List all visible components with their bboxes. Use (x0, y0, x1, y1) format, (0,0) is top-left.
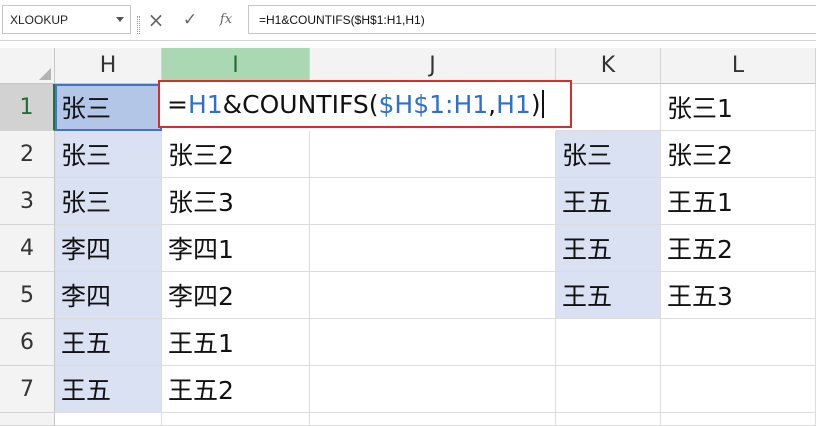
cell-i8[interactable] (162, 413, 310, 426)
cell-h6[interactable]: 王五 (55, 319, 162, 366)
row-header-2[interactable]: 2 (0, 131, 55, 178)
drag-handle-icon[interactable] (137, 16, 140, 34)
cell-j8[interactable] (310, 413, 556, 426)
row-header-3[interactable]: 3 (0, 178, 55, 225)
cell-h4[interactable]: 李四 (55, 225, 162, 272)
column-header-l[interactable]: L (661, 48, 816, 84)
cell-k7[interactable] (556, 366, 661, 413)
cell-i1-editor[interactable]: = H1 &COUNTIFS($H$1:H1, H1) (158, 80, 572, 128)
cell-i2[interactable]: 张三2 (162, 131, 310, 178)
formula-ref-range: $H$1:H1 (378, 89, 489, 119)
insert-function-icon[interactable]: fx (214, 8, 238, 32)
cell-j2[interactable] (310, 131, 556, 178)
formula-bar: XLOOKUP × ✓ fx =H1&COUNTIFS($H$1:H1,H1) (0, 0, 816, 41)
cell-l1[interactable]: 张三1 (661, 84, 816, 131)
cell-j5[interactable] (310, 272, 556, 319)
column-header-k[interactable]: K (556, 48, 661, 84)
cell-i6[interactable]: 王五1 (162, 319, 310, 366)
row-header-1[interactable]: 1 (0, 84, 55, 131)
cell-l4[interactable]: 王五2 (661, 225, 816, 272)
cell-l5[interactable]: 王五3 (661, 272, 816, 319)
formula-function: &COUNTIFS( (222, 89, 379, 119)
cell-h7[interactable]: 王五 (55, 366, 162, 413)
formula-comma: , (488, 89, 497, 119)
cell-l7[interactable] (661, 366, 816, 413)
formula-close-paren: ) (530, 89, 541, 119)
cancel-icon[interactable]: × (144, 8, 168, 32)
formula-ref-h1: H1 (187, 89, 223, 119)
cell-k8[interactable] (556, 413, 661, 426)
cell-k6[interactable] (556, 319, 661, 366)
name-box[interactable]: XLOOKUP (2, 5, 131, 34)
cell-h1[interactable]: 张三 (55, 84, 162, 131)
row-header-6[interactable]: 6 (0, 319, 55, 366)
row-header-4[interactable]: 4 (0, 225, 55, 272)
cell-j4[interactable] (310, 225, 556, 272)
cell-h8[interactable] (55, 413, 162, 426)
select-all-triangle-icon (39, 68, 51, 80)
cell-k2[interactable]: 张三 (556, 131, 661, 178)
formula-text: =H1&COUNTIFS($H$1:H1,H1) (259, 13, 425, 27)
cell-l8[interactable] (661, 413, 816, 426)
cell-i5[interactable]: 李四2 (162, 272, 310, 319)
cell-k5[interactable]: 王五 (556, 272, 661, 319)
cell-h3[interactable]: 张三 (55, 178, 162, 225)
cell-j3[interactable] (310, 178, 556, 225)
check-icon[interactable]: ✓ (178, 8, 202, 32)
formula-ref-criteria: H1 (496, 89, 531, 119)
cell-h2[interactable]: 张三 (55, 131, 162, 178)
row-header-8[interactable] (0, 413, 55, 426)
cell-h5[interactable]: 李四 (55, 272, 162, 319)
cell-j6[interactable] (310, 319, 556, 366)
cell-i7[interactable]: 王五2 (162, 366, 310, 413)
formula-equals: = (167, 89, 188, 119)
column-header-i[interactable]: I (162, 48, 310, 84)
column-header-h[interactable]: H (55, 48, 162, 84)
row-header-7[interactable]: 7 (0, 366, 55, 413)
row-header-5[interactable]: 5 (0, 272, 55, 319)
cell-j7[interactable] (310, 366, 556, 413)
cell-l6[interactable] (661, 319, 816, 366)
cell-k4[interactable]: 王五 (556, 225, 661, 272)
formula-buttons: × ✓ fx (134, 5, 248, 34)
formula-input[interactable]: =H1&COUNTIFS($H$1:H1,H1) (248, 5, 816, 34)
column-header-j[interactable]: J (310, 48, 556, 84)
cell-l3[interactable]: 王五1 (661, 178, 816, 225)
select-all-corner[interactable] (0, 48, 55, 84)
cell-l2[interactable]: 张三2 (661, 131, 816, 178)
name-box-value: XLOOKUP (10, 13, 69, 27)
chevron-down-icon[interactable] (116, 17, 124, 22)
cell-i4[interactable]: 李四1 (162, 225, 310, 272)
cell-k3[interactable]: 王五 (556, 178, 661, 225)
text-cursor (541, 90, 544, 118)
cell-i3[interactable]: 张三3 (162, 178, 310, 225)
